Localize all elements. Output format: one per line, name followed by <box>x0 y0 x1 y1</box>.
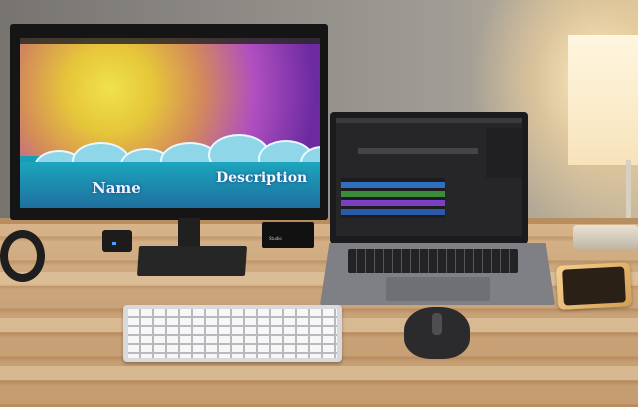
lamp-base <box>573 225 638 249</box>
mouse-wheel <box>432 313 442 335</box>
monitor-screen: Name Description <box>20 38 320 208</box>
laptop-menubar <box>336 118 522 123</box>
monitor-description-text: Description <box>216 170 308 186</box>
headphones-icon <box>0 230 45 282</box>
laptop-ruler <box>358 148 478 154</box>
timeline-track <box>341 209 445 215</box>
laptop-trackpad <box>386 277 490 301</box>
dock-status-light <box>112 242 116 245</box>
laptop-screen <box>336 118 522 236</box>
laptop-keyboard <box>348 249 518 273</box>
monitor-menubar <box>20 38 320 44</box>
desk-plank <box>0 366 638 380</box>
lamp-shade <box>568 35 638 165</box>
keyboard-keys <box>128 309 337 358</box>
timeline-track <box>341 200 445 206</box>
timeline-track <box>341 191 445 197</box>
laptop-timeline <box>341 178 445 218</box>
audio-interface <box>262 222 314 248</box>
usb-dock <box>102 230 132 252</box>
monitor-name-text: Name <box>92 179 141 197</box>
laptop-inspector <box>486 128 522 178</box>
monitor-stand-base <box>136 246 248 276</box>
phone-screen <box>562 266 626 306</box>
timeline-track <box>341 182 445 188</box>
audio-interface-label: Studio <box>269 236 282 241</box>
